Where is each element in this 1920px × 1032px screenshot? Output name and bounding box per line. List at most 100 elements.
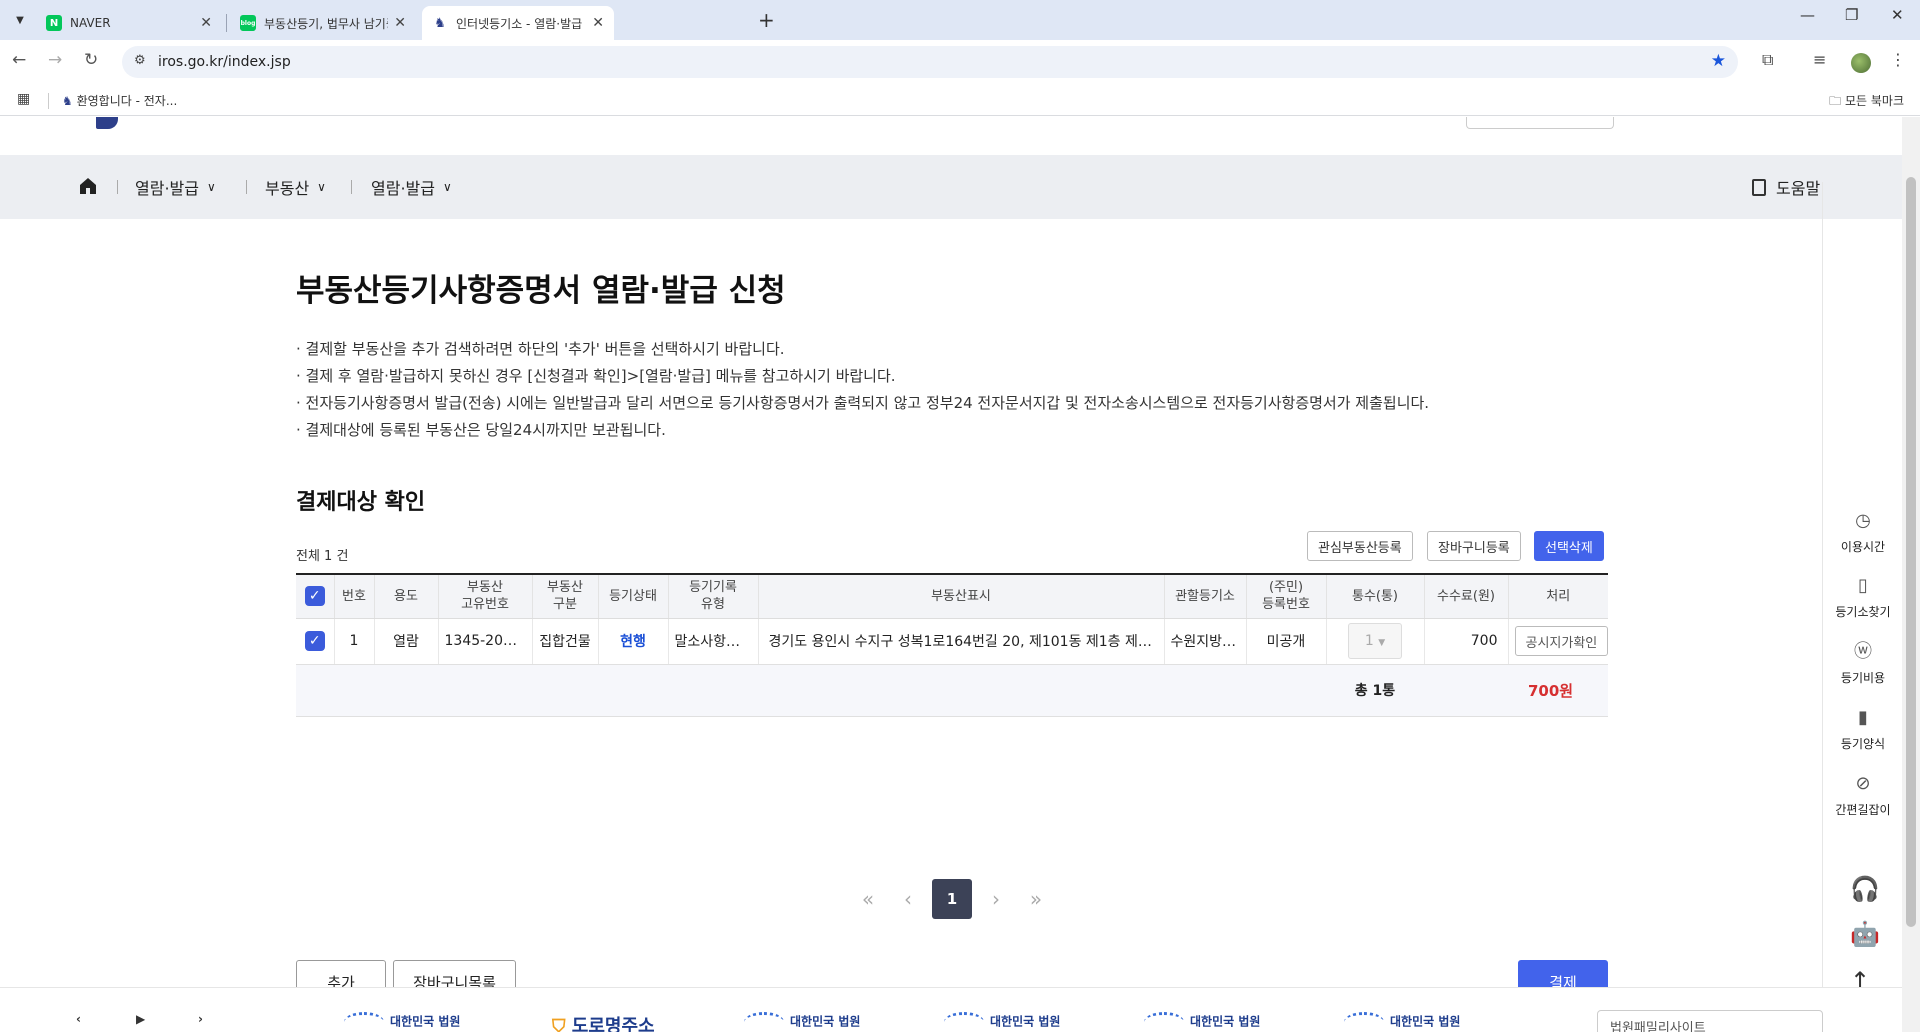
naver-favicon-icon: N — [46, 15, 62, 31]
court-emblem-icon — [344, 1012, 384, 1032]
quick-item-forms[interactable]: ▮ 등기양식 — [1823, 707, 1902, 752]
bookmarks-bar: ▦ ♞ 환영합니다 - 전자... 🗀 모든 북마크 — [0, 84, 1920, 116]
banner-play-icon[interactable]: ▶ — [136, 1012, 145, 1026]
next-page-icon[interactable]: › — [976, 887, 1016, 911]
apps-grid-icon[interactable]: ▦ — [17, 91, 30, 107]
gnb-item-view-issue[interactable]: 열람·발급 ∨ — [135, 175, 216, 199]
reload-icon[interactable]: ↻ — [84, 50, 98, 70]
chevron-down-icon: ∨ — [317, 180, 326, 194]
banner-road-address[interactable]: ⛉ 도로명주소 — [552, 1012, 655, 1032]
minimize-icon[interactable]: — — [1800, 6, 1815, 24]
tab-blog[interactable]: blog 부동산등기, 법무사 남기중의 블로그 ✕ — [230, 6, 416, 40]
status-link[interactable]: 현행 — [620, 634, 646, 650]
form-book-icon: ▮ — [1858, 707, 1868, 728]
quick-item-guide[interactable]: ⊘ 간편길잡이 — [1823, 773, 1902, 818]
gnb-item-view-issue-sub[interactable]: 열람·발급 ∨ — [371, 175, 452, 199]
profile-avatar[interactable] — [1851, 53, 1871, 73]
court-emblem-icon — [1344, 1012, 1384, 1032]
cell-status: 현행 — [597, 618, 668, 665]
tab-iros[interactable]: ♞ 인터넷등기소 - 열람·발급 ✕ — [422, 6, 614, 40]
dropdown-caret-icon: ▼ — [1378, 638, 1386, 648]
chatbot-robot-icon[interactable]: 🤖 — [1850, 920, 1880, 948]
banner-next-icon[interactable]: › — [198, 1012, 203, 1026]
col-header: 부동산 고유번호 — [437, 574, 532, 619]
banner-court[interactable]: 대한민국 법원 — [344, 1012, 460, 1032]
page-number-current[interactable]: 1 — [932, 879, 972, 919]
forward-arrow-icon[interactable]: → — [48, 50, 62, 70]
headset-icon[interactable]: 🎧 — [1850, 875, 1880, 903]
page-scrollbar[interactable] — [1902, 117, 1920, 1032]
back-arrow-icon[interactable]: ← — [12, 50, 26, 70]
iros-logo-icon[interactable] — [96, 117, 118, 129]
compass-icon: ⊘ — [1855, 773, 1871, 794]
row-checkbox[interactable]: ✓ — [296, 618, 334, 665]
table-row: ✓ 1 열람 1345-2014-000000 집합건물 현행 말소사항포함 경… — [296, 618, 1608, 665]
close-tab-icon[interactable]: ✕ — [592, 15, 604, 31]
scrollbar-thumb[interactable] — [1906, 177, 1916, 927]
chevron-down-icon: ∨ — [206, 180, 216, 194]
all-bookmarks-folder[interactable]: 🗀 모든 북마크 — [1829, 92, 1904, 113]
notice-item: 결제할 부동산을 추가 검색하려면 하단의 '추가' 버튼을 선택하시기 바랍니… — [296, 336, 1616, 363]
cell-office: 수원지방법원 용인등기소 — [1163, 618, 1246, 665]
site-header — [0, 117, 1902, 155]
map-book-icon: ▯ — [1858, 575, 1868, 596]
close-tab-icon[interactable]: ✕ — [394, 15, 406, 31]
last-page-icon[interactable]: » — [1016, 887, 1056, 911]
url-text[interactable]: iros.go.kr/index.jsp — [158, 54, 291, 70]
bookmark-item[interactable]: ♞ 환영합니다 - 전자... — [62, 92, 177, 109]
global-nav: 열람·발급 ∨ 부동산 ∨ 열람·발급 ∨ 도움말 — [0, 155, 1902, 219]
quick-item-find-office[interactable]: ▯ 등기소찾기 — [1823, 575, 1902, 620]
tab-search-chevron-icon[interactable]: ▼ — [8, 8, 32, 32]
delete-selected-button[interactable]: 선택삭제 — [1534, 531, 1604, 561]
check-land-price-button[interactable]: 공시지가확인 — [1514, 626, 1608, 656]
close-tab-icon[interactable]: ✕ — [200, 15, 212, 31]
col-header: 번호 — [333, 574, 374, 619]
restore-icon[interactable]: ❐ — [1845, 6, 1858, 24]
page-viewport: 열람·발급 ∨ 부동산 ∨ 열람·발급 ∨ 도움말 부동산등기사항증명서 열람·발급 … — [0, 117, 1902, 1032]
first-page-icon[interactable]: « — [848, 887, 888, 911]
court-emblem-icon — [744, 1012, 784, 1032]
help-link[interactable]: 도움말 — [1752, 175, 1820, 199]
more-menu-icon[interactable]: ⋮ — [1890, 50, 1906, 69]
prev-page-icon[interactable]: ‹ — [888, 887, 928, 911]
header-search-box[interactable] — [1466, 117, 1614, 129]
banner-court[interactable]: 대한민국 법원 — [1344, 1012, 1460, 1032]
bookmark-divider — [48, 93, 49, 109]
section-title: 결제대상 확인 — [296, 490, 426, 515]
won-coin-icon: ⓦ — [1854, 641, 1872, 662]
family-site-select[interactable]: 법원패밀리사이트 — [1597, 1010, 1823, 1032]
gnb-divider — [246, 180, 247, 194]
cell-address: 경기도 용인시 수지구 성복1로164번길 20, 제101동 제1층 제101… — [757, 618, 1164, 665]
quick-item-fees[interactable]: ⓦ 등기비용 — [1823, 641, 1902, 686]
banner-court[interactable]: 대한민국 법원 — [744, 1012, 860, 1032]
col-header: 등기기록 유형 — [667, 574, 758, 619]
bookmark-star-icon[interactable]: ★ — [1711, 51, 1726, 71]
extensions-puzzle-icon[interactable]: ⧉ — [1762, 50, 1773, 70]
qty-select[interactable]: 1 ▼ — [1348, 623, 1402, 659]
shield-logo-icon: ⛉ — [552, 1016, 566, 1032]
gnb-item-real-estate[interactable]: 부동산 ∨ — [265, 175, 326, 199]
url-omnibox[interactable]: ⚙ iros.go.kr/index.jsp ★ — [122, 46, 1738, 78]
notice-item: 전자등기사항증명서 발급(전송) 시에는 일반발급과 달리 서면으로 등기사항증… — [296, 390, 1616, 417]
cart-register-button[interactable]: 장바구니등록 — [1427, 531, 1521, 561]
home-icon[interactable] — [79, 177, 97, 195]
quick-item-hours[interactable]: ◷ 이용시간 — [1823, 510, 1902, 555]
media-control-icon[interactable]: ≡ — [1813, 50, 1826, 69]
court-emblem-icon — [1144, 1012, 1184, 1032]
banner-court[interactable]: 대한민국 법원 — [944, 1012, 1060, 1032]
footer-banners: ‹ ▶ › 대한민국 법원 ⛉ 도로명주소 대한민국 법원 대한민국 법원 대한… — [0, 987, 1902, 1032]
cell-purpose: 열람 — [373, 618, 438, 665]
site-info-icon[interactable]: ⚙ — [134, 53, 146, 68]
col-header: 처리 — [1507, 574, 1608, 619]
banner-prev-icon[interactable]: ‹ — [76, 1012, 81, 1026]
banner-court[interactable]: 대한민국 법원 — [1144, 1012, 1260, 1032]
new-tab-plus-icon[interactable]: + — [758, 8, 775, 32]
watch-register-button[interactable]: 관심부동산등록 — [1307, 531, 1413, 561]
select-all-checkbox[interactable]: ✓ — [296, 574, 334, 619]
tab-naver[interactable]: N NAVER ✕ — [36, 6, 222, 40]
window-close-icon[interactable]: ✕ — [1891, 6, 1904, 24]
iros-favicon-icon: ♞ — [432, 15, 448, 31]
table-header-row: ✓ 번호 용도 부동산 고유번호 부동산 구분 등기상태 등기기록 유형 부동산… — [296, 574, 1608, 619]
summary-row: 총 1통 700원 — [296, 664, 1608, 717]
browser-tab-bar: ▼ N NAVER ✕ blog 부동산등기, 법무사 남기중의 블로그 ✕ ♞… — [0, 0, 1920, 40]
